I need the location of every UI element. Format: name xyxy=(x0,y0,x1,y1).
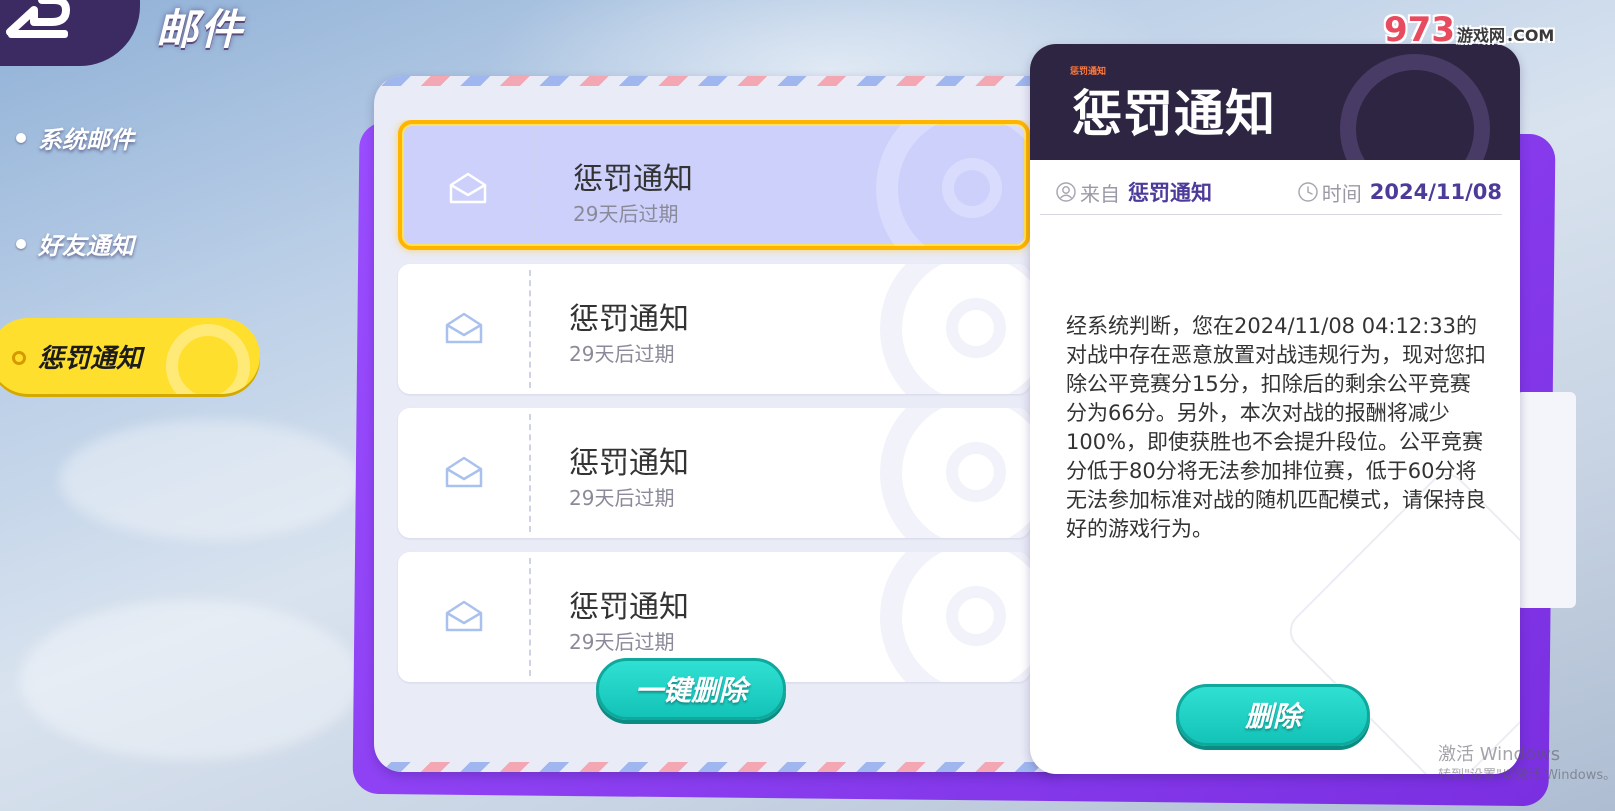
open-envelope-icon xyxy=(445,456,483,488)
detail-header: 惩罚通知 惩罚通知 xyxy=(1030,44,1520,160)
nav-item-label: 惩罚通知 xyxy=(38,344,143,374)
pokeball-deco-icon xyxy=(166,324,250,394)
time-label: 时间 xyxy=(1321,181,1362,206)
airmail-stripe xyxy=(374,76,1074,86)
card-divider xyxy=(529,414,531,532)
clock-icon xyxy=(1298,182,1318,202)
open-envelope-icon xyxy=(445,312,483,344)
from-value: 惩罚通知 xyxy=(1128,181,1212,205)
card-divider xyxy=(529,270,531,388)
nav-item-system-mail[interactable]: 系统邮件 xyxy=(16,120,134,155)
mail-title: 惩罚通知 xyxy=(573,162,693,197)
mail-detail-panel: 惩罚通知 惩罚通知 来自 惩罚通知 时间 2024/11/08 经系统判断，您在… xyxy=(1030,44,1520,774)
open-envelope-icon xyxy=(445,600,483,632)
mail-item[interactable]: 惩罚通知 29天后过期 xyxy=(398,120,1030,250)
divider xyxy=(1040,214,1502,215)
mail-title: 惩罚通知 xyxy=(569,590,689,625)
mail-title: 惩罚通知 xyxy=(569,446,689,481)
card-divider xyxy=(529,558,531,676)
page-title: 邮件 xyxy=(156,5,245,54)
windows-activation-text: 激活 Windows xyxy=(1438,744,1561,765)
mail-item[interactable]: 惩罚通知 29天后过期 xyxy=(398,264,1030,394)
mail-item[interactable]: 惩罚通知 29天后过期 xyxy=(398,408,1030,538)
mail-expiry: 29天后过期 xyxy=(573,202,679,226)
pokeball-icon xyxy=(12,351,26,365)
mail-expiry: 29天后过期 xyxy=(569,630,675,654)
mail-expiry: 29天后过期 xyxy=(569,486,675,510)
mail-expiry: 29天后过期 xyxy=(569,342,675,366)
deco-rings xyxy=(942,158,1002,218)
time-value: 2024/11/08 xyxy=(1369,180,1502,204)
user-icon xyxy=(1056,182,1076,202)
nav-item-friend-notice[interactable]: 好友通知 xyxy=(16,226,134,261)
mail-list[interactable]: 惩罚通知 29天后过期 惩罚通知 29天后过期 惩罚通知 29天后过期 惩罚通知… xyxy=(374,120,1074,730)
windows-activation-subtext: 转到"设置"以激活 Windows。 xyxy=(1438,768,1615,783)
airmail-stripe xyxy=(374,762,1074,772)
deco-rings xyxy=(946,298,1006,358)
detail-meta: 来自 惩罚通知 时间 2024/11/08 xyxy=(1056,172,1502,212)
bullet-icon xyxy=(16,238,26,249)
back-arrow-icon[interactable] xyxy=(4,0,78,40)
cloud xyxy=(60,420,360,540)
detail-body: 经系统判断，您在2024/11/08 04:12:33的对战中存在恶意放置对战违… xyxy=(1066,314,1486,541)
bullet-icon xyxy=(16,132,26,143)
delete-all-button[interactable]: 一键删除 xyxy=(596,658,786,720)
nav-item-label: 系统邮件 xyxy=(38,126,134,154)
open-envelope-icon xyxy=(449,172,487,204)
cloud xyxy=(20,600,360,760)
deco-rings xyxy=(946,442,1006,502)
back-button-container xyxy=(0,0,140,66)
from-label: 来自 xyxy=(1080,181,1120,206)
header-deco xyxy=(1340,54,1490,160)
delete-button[interactable]: 删除 xyxy=(1176,684,1370,746)
card-divider xyxy=(533,130,535,240)
deco-rings xyxy=(946,586,1006,646)
mail-list-panel: 惩罚通知 29天后过期 惩罚通知 29天后过期 惩罚通知 29天后过期 惩罚通知… xyxy=(374,76,1074,772)
nav-item-penalty-notice[interactable]: 惩罚通知 xyxy=(0,318,260,394)
mail-title: 惩罚通知 xyxy=(569,302,689,337)
site-watermark-logo: 973 游戏网 .COM xyxy=(1384,10,1555,50)
stamp-edge xyxy=(1516,392,1576,608)
detail-title: 惩罚通知 xyxy=(1072,85,1276,143)
nav-item-label: 好友通知 xyxy=(38,232,134,260)
